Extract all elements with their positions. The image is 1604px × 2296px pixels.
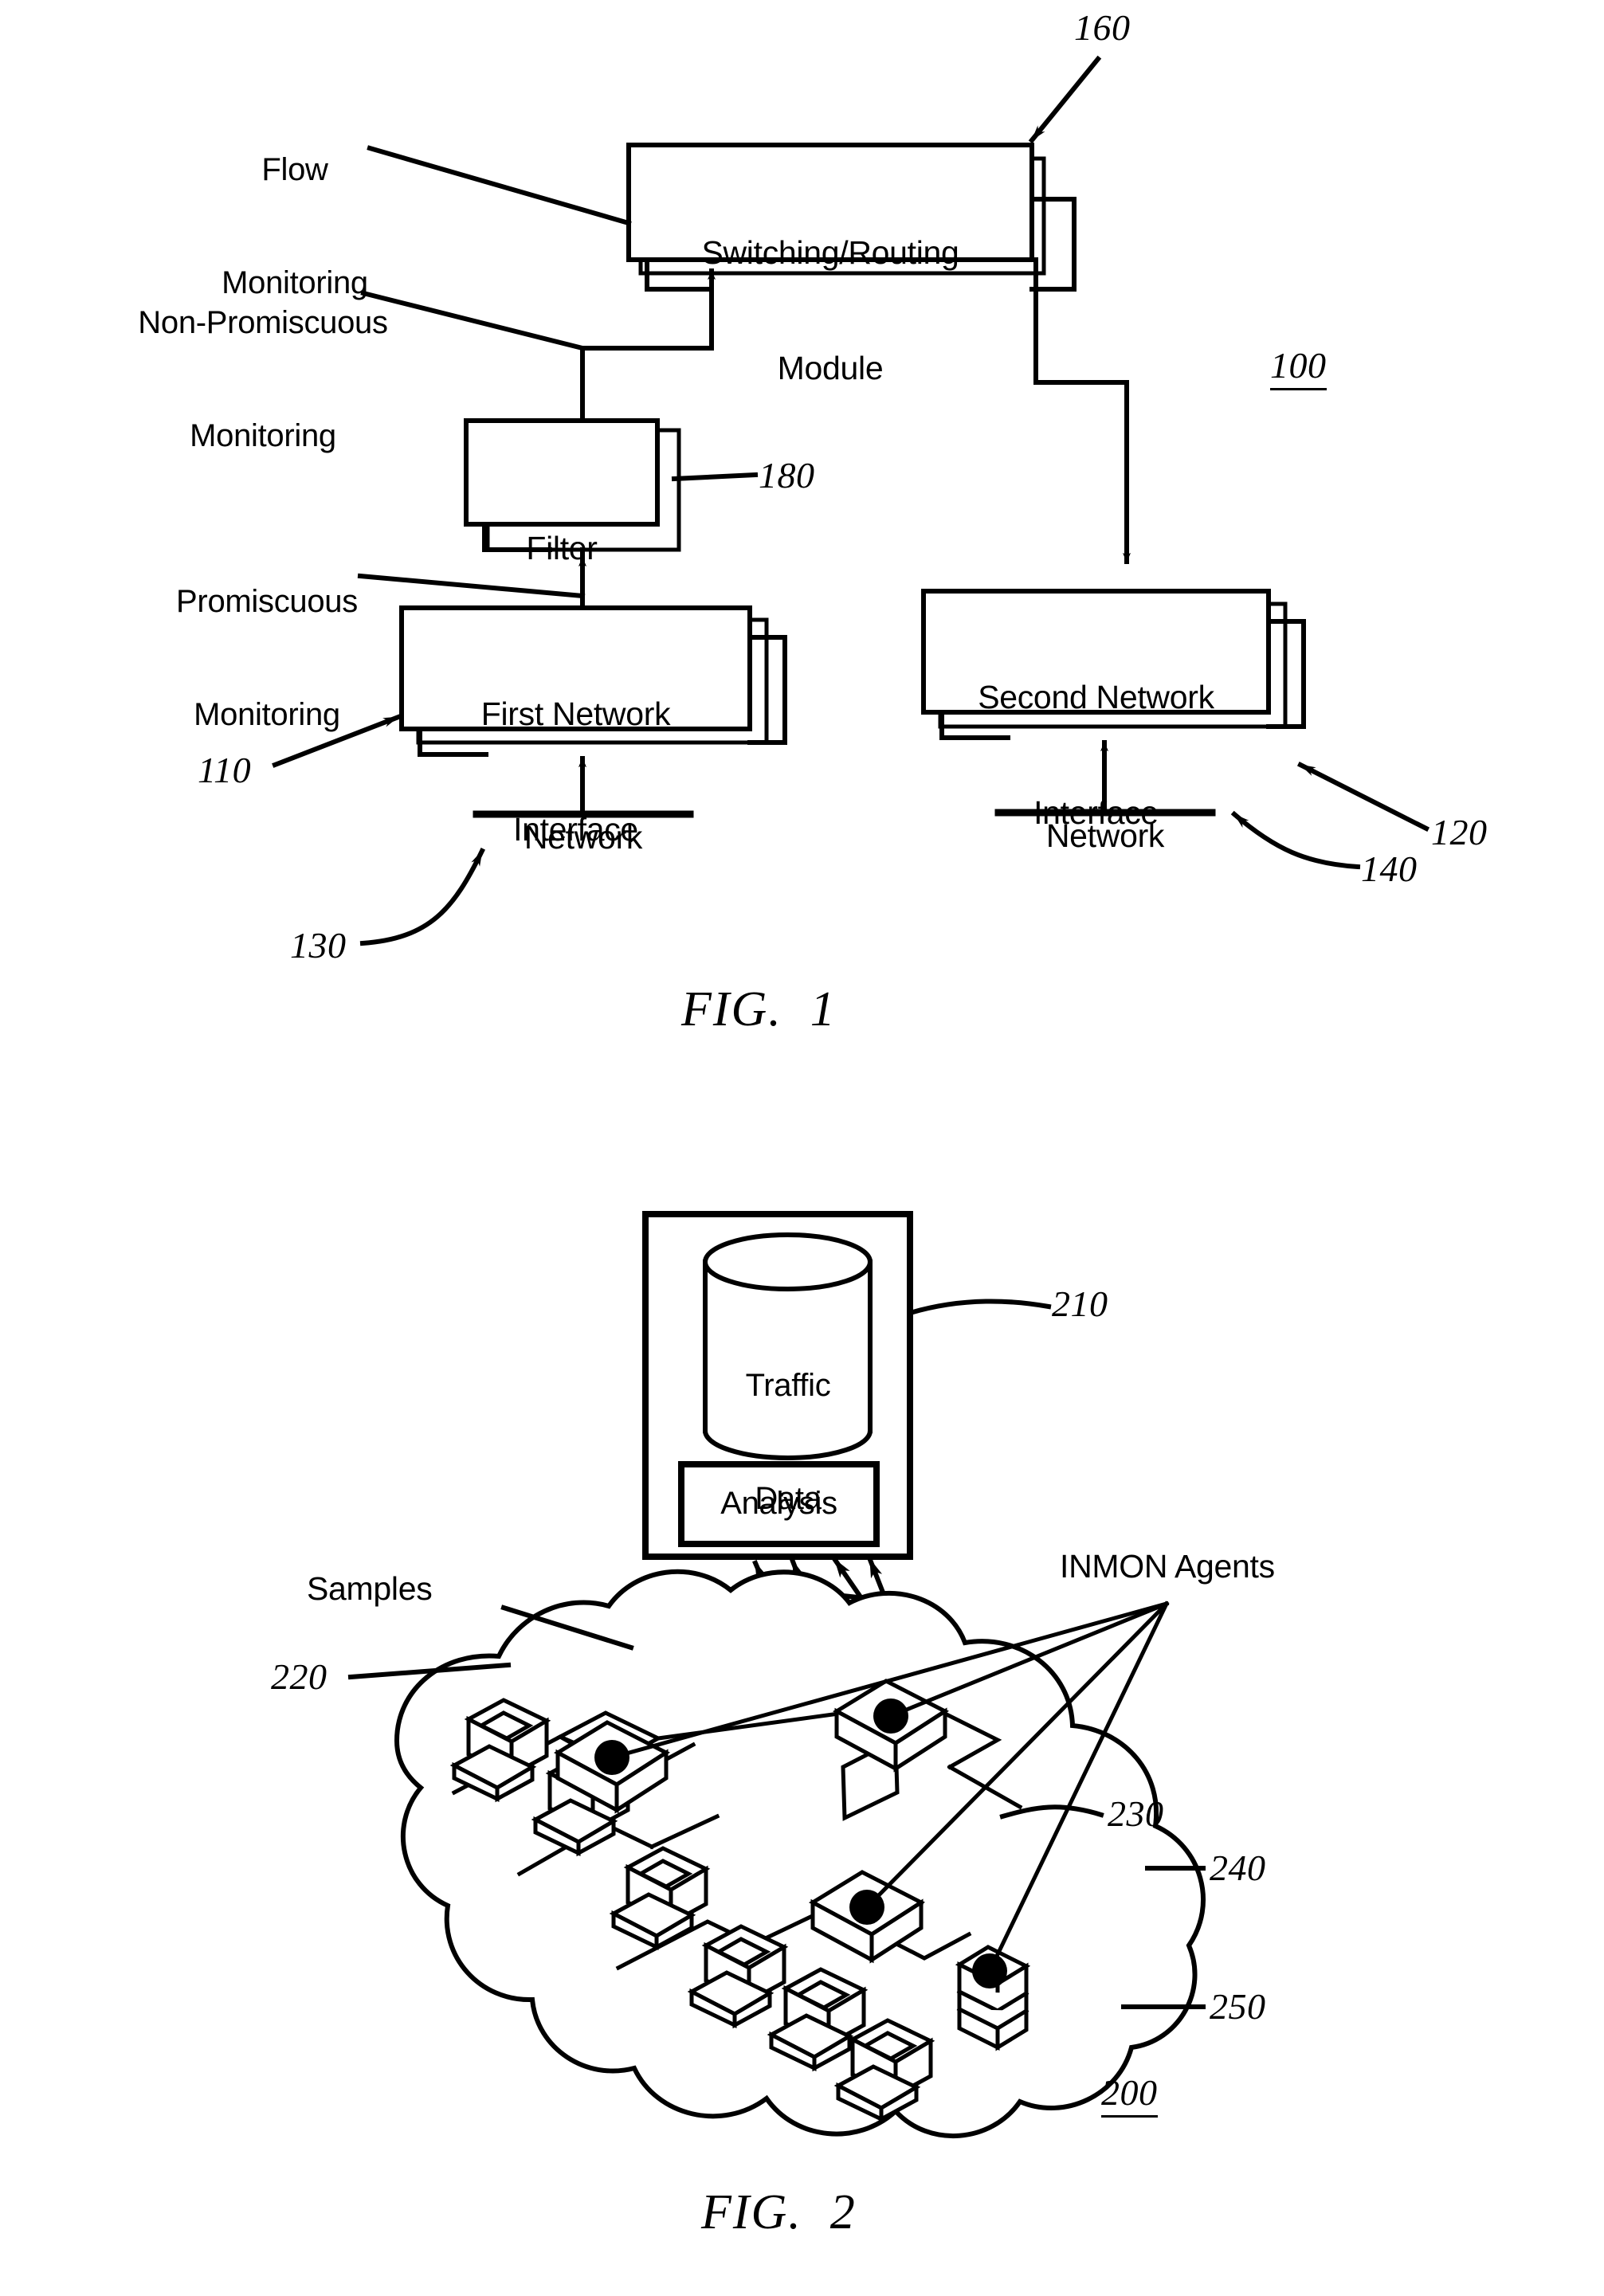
- switching-routing-module-label: Switching/Routing Module: [701, 233, 959, 386]
- ref-220: 220: [271, 1656, 327, 1697]
- ref-140: 140: [1361, 848, 1418, 889]
- module-to-second-interface-arrow: [1033, 257, 1131, 564]
- second-network-interface-label: Second Network Interface: [978, 678, 1214, 831]
- ref-180-leader: [671, 472, 759, 482]
- network-label-first: Network: [524, 819, 643, 856]
- ref-210: 210: [1052, 1283, 1108, 1324]
- ref-120: 120: [1431, 812, 1488, 852]
- samples-label: Samples: [307, 1570, 433, 1607]
- inmon-agents-label: INMON Agents: [1060, 1548, 1275, 1585]
- ref-240: 240: [1210, 1847, 1266, 1888]
- ref-160: 160: [1074, 7, 1131, 48]
- patent-drawing-page: Flow Monitoring Non-Promiscuous Monitori…: [0, 0, 1604, 2296]
- ref-230: 230: [1108, 1793, 1164, 1834]
- ref-160-leader: [1028, 55, 1102, 144]
- ref-110: 110: [198, 750, 252, 790]
- promiscuous-monitoring-label: Promiscuous Monitoring: [176, 584, 358, 732]
- ref-210-leader: [907, 1299, 1052, 1316]
- traffic-data-label: Traffic Data: [745, 1368, 831, 1516]
- figure-2-caption: FIG. 2: [701, 2185, 857, 2239]
- network-label-second: Network: [1045, 817, 1165, 854]
- figure-1-caption: FIG. 1: [681, 982, 837, 1036]
- filter-label: Filter: [526, 529, 598, 566]
- first-network-interface-label: First Network Interface: [480, 695, 671, 848]
- ref-100: 100: [1270, 344, 1327, 390]
- ref-180: 180: [759, 455, 815, 496]
- non-promiscuous-monitoring-label: Non-Promiscuous Monitoring: [138, 305, 388, 453]
- flow-monitoring-leader: [367, 145, 632, 226]
- ref-250: 250: [1210, 1986, 1266, 2027]
- ref-120-leader: [1296, 761, 1430, 833]
- analysis-label: Analysis: [720, 1486, 837, 1521]
- ref-130: 130: [290, 925, 347, 966]
- ref-200: 200: [1101, 2071, 1158, 2118]
